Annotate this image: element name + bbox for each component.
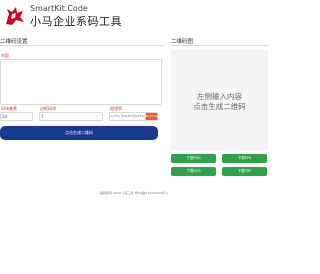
generate-button[interactable]: 点击生成二维码 bbox=[0, 126, 158, 140]
preview-placeholder: 左侧输入内容 点击生成二维码 bbox=[171, 92, 268, 112]
pony-logo-icon bbox=[6, 7, 24, 25]
qr-preview-panel: 左侧输入内容 点击生成二维码 bbox=[171, 50, 268, 150]
brand-name-cn: 小马企业系码工具 bbox=[30, 15, 122, 28]
preview-line-2: 点击生成二维码 bbox=[193, 102, 246, 111]
ec-option-h[interactable]: H(30%) bbox=[146, 113, 157, 120]
error-correction-selector: L(7%) M(15%) Q(25%) H(30%) bbox=[109, 112, 158, 121]
download-eps-button[interactable]: 下载EPS bbox=[222, 154, 267, 163]
preview-line-1: 左侧输入内容 bbox=[197, 92, 242, 101]
margin-input[interactable]: 1 bbox=[39, 112, 103, 121]
ec-option-q[interactable]: Q(25%) bbox=[134, 113, 146, 120]
content-textarea[interactable] bbox=[0, 59, 162, 105]
preview-divider bbox=[171, 45, 268, 46]
preview-section-title: 二维码图 bbox=[171, 39, 194, 45]
ec-option-l[interactable]: L(7%) bbox=[110, 113, 122, 120]
download-pdf-button[interactable]: 下载PDF bbox=[222, 167, 267, 176]
settings-section-title: 二维码设置 bbox=[0, 39, 28, 45]
pixel-input[interactable]: 10 bbox=[0, 112, 33, 121]
brand-name-en: SmartKit.Code bbox=[30, 4, 88, 13]
download-png-button[interactable]: 下载PNG bbox=[171, 154, 216, 163]
header: SmartKit.Code 小马企业系码工具 bbox=[0, 0, 268, 32]
download-svg-button[interactable]: 下载SVG bbox=[171, 167, 216, 176]
footer-copyright: 版权所有 2024 小马工具 粤ICP备XXXXXXXX号-1 bbox=[100, 191, 168, 195]
ec-option-m[interactable]: M(15%) bbox=[122, 113, 134, 120]
settings-divider bbox=[0, 45, 163, 46]
